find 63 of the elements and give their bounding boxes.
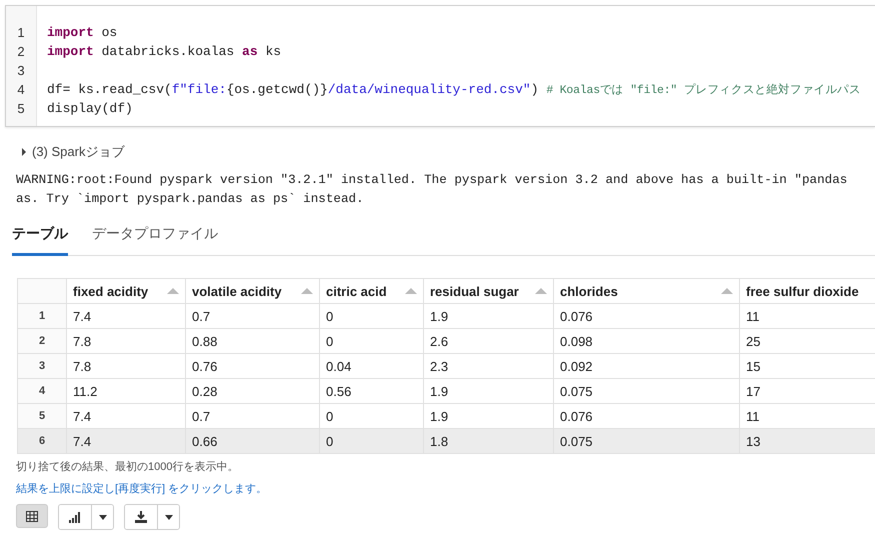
- spark-jobs-toggle[interactable]: (3) Sparkジョブ: [22, 143, 124, 161]
- table-cell: 1.8: [424, 428, 554, 454]
- line-number: 3: [16, 62, 26, 80]
- table-cell: 2.6: [424, 328, 554, 354]
- table-cell: 0.098: [554, 328, 740, 354]
- column-header[interactable]: volatile acidity: [186, 278, 320, 304]
- row-number: 1: [18, 304, 66, 328]
- caret-icon: [164, 514, 172, 520]
- table-cell: 1.9: [424, 378, 554, 404]
- line-number: 2: [16, 43, 26, 61]
- table-cell: 7.4: [66, 304, 186, 328]
- triangle-icon: [22, 148, 26, 156]
- caret-icon: [98, 514, 106, 520]
- table-cell: 0.76: [186, 354, 320, 378]
- table-cell: 7.8: [66, 328, 186, 354]
- column-header[interactable]: citric acid: [320, 278, 424, 304]
- table-cell: 0.092: [554, 354, 740, 378]
- line-number: 1: [16, 24, 26, 42]
- table-cell: 0.88: [186, 328, 320, 354]
- table-cell: 7.4: [66, 428, 186, 454]
- dropdown-button[interactable]: [157, 505, 179, 529]
- column-header[interactable]: chlorides: [554, 278, 740, 304]
- column-header[interactable]: residual sugar: [424, 278, 554, 304]
- table-cell: 0.075: [554, 378, 740, 404]
- table-cell: 13: [740, 428, 875, 454]
- rerun-link[interactable]: 結果を上限に設定し[再度実行] をクリックします。: [16, 481, 268, 496]
- code-line: import os: [47, 25, 118, 40]
- table-cell: 0: [320, 304, 424, 328]
- table-cell: 7.8: [66, 354, 186, 378]
- code-line: display(df): [47, 101, 133, 116]
- table-cell: 0.56: [320, 378, 424, 404]
- download-icon: [135, 511, 147, 523]
- code-line: import databricks.koalas as ks: [47, 44, 282, 59]
- table-cell: 0.66: [186, 428, 320, 454]
- line-number: 4: [16, 81, 26, 99]
- line-number: 5: [16, 100, 26, 118]
- bar-chart-icon: [68, 511, 82, 523]
- warning-text: as. Try `import pyspark.pandas as ps` instead.: [16, 191, 365, 208]
- row-number: 3: [18, 354, 66, 378]
- table-cell: 2.3: [424, 354, 554, 378]
- row-number: 4: [18, 378, 66, 404]
- code-line: df= ks.read_csv(f"file:{os.getcwd()}/data/winequality-red.csv") # Koalasでは "file:" プレフィクスと絶対ファイルパス: [47, 82, 861, 97]
- tab[interactable]: データプロファイル: [92, 219, 218, 256]
- column-header[interactable]: fixed acidity: [66, 278, 186, 304]
- table-cell: 0.28: [186, 378, 320, 404]
- row-number: 5: [18, 404, 66, 428]
- table-cell: 0.075: [554, 428, 740, 454]
- table-cell: 1.9: [424, 304, 554, 328]
- table-cell: 0: [320, 428, 424, 454]
- column-header[interactable]: free sulfur dioxide: [740, 278, 875, 304]
- tab[interactable]: テーブル: [12, 219, 68, 256]
- table-cell: 11.2: [66, 378, 186, 404]
- table-cell: 0.04: [320, 354, 424, 378]
- row-number: 6: [18, 428, 66, 454]
- table-view-button[interactable]: [16, 504, 48, 528]
- warning-text: WARNING:root:Found pyspark version "3.2.1" installed. The pyspark version 3.2 and above has a built-in "pandas: [16, 172, 848, 189]
- table-icon: [26, 510, 38, 522]
- dropdown-button[interactable]: [91, 505, 113, 529]
- table-cell: 0.076: [554, 304, 740, 328]
- table-cell: 0: [320, 328, 424, 354]
- truncation-note: 切り捨て後の結果、最初の1000行を表示中。: [16, 460, 240, 474]
- row-number: 2: [18, 328, 66, 354]
- table-cell: 0.7: [186, 304, 320, 328]
